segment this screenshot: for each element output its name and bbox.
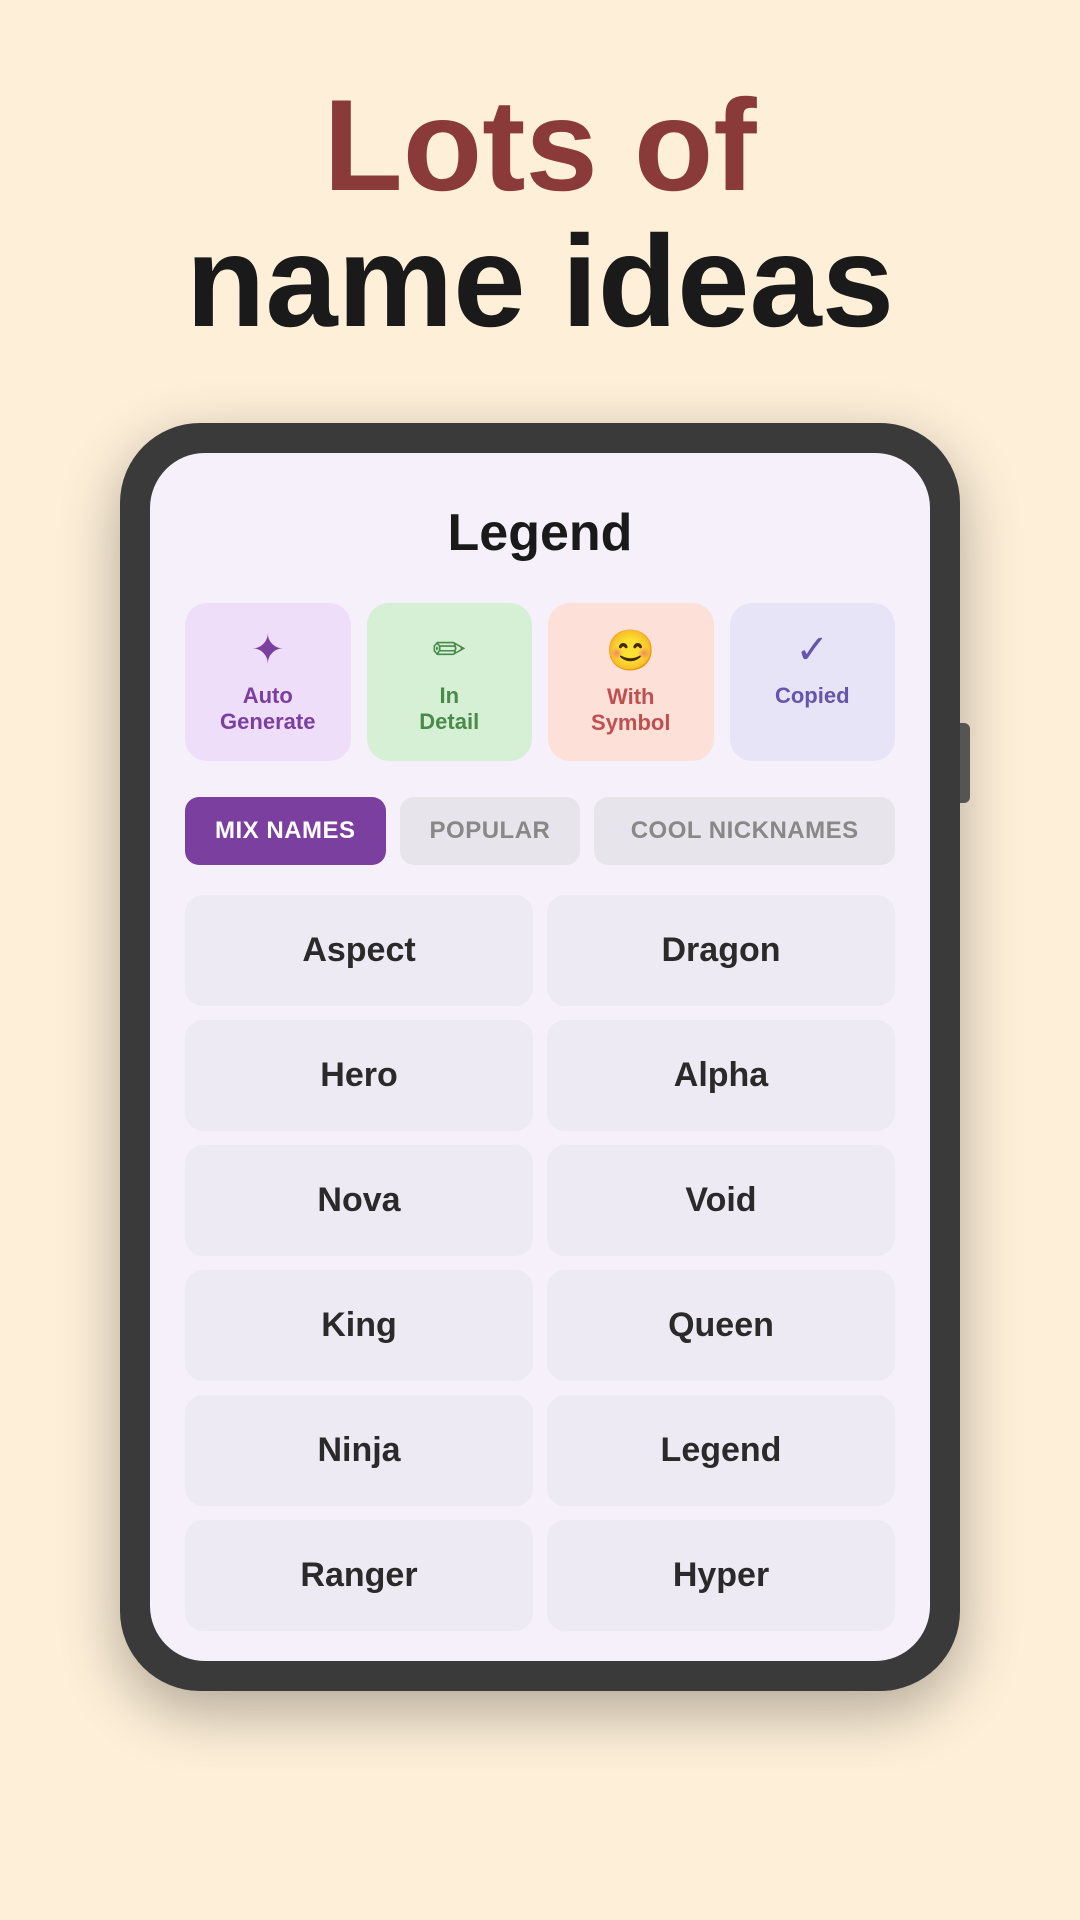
hero-title-name-ideas: name ideas	[186, 210, 894, 353]
legend-badges: ✦ AutoGenerate ✏ InDetail 😊 WithSymbol ✓…	[185, 603, 895, 761]
wand-icon: ✦	[251, 627, 285, 673]
phone-frame: Legend ✦ AutoGenerate ✏ InDetail 😊 WithS…	[120, 423, 960, 1691]
tab-cool-nicknames[interactable]: COOL NICKNAMES	[594, 797, 895, 865]
name-text: Dragon	[662, 931, 781, 970]
name-cell[interactable]: King	[185, 1270, 533, 1381]
hero-section: Lots of name ideas	[0, 0, 1080, 393]
name-cell[interactable]: Legend	[547, 1395, 895, 1506]
name-cell[interactable]: Dragon	[547, 895, 895, 1006]
screen-title: Legend	[185, 503, 895, 563]
badge-with-symbol-label: WithSymbol	[591, 684, 670, 737]
name-text: Hyper	[673, 1556, 769, 1595]
name-text: Alpha	[674, 1056, 768, 1095]
name-cell[interactable]: Ranger	[185, 1520, 533, 1631]
name-cell[interactable]: Hero	[185, 1020, 533, 1131]
badge-auto-generate[interactable]: ✦ AutoGenerate	[185, 603, 351, 761]
name-cell[interactable]: Alpha	[547, 1020, 895, 1131]
names-grid: Aspect Dragon Hero Alpha Nova Void King Queen Ni…	[185, 895, 895, 1631]
smiley-icon: 😊	[606, 627, 656, 674]
tab-mix-names[interactable]: MIX NAMES	[185, 797, 386, 865]
name-cell[interactable]: Queen	[547, 1270, 895, 1381]
phone-content: Legend ✦ AutoGenerate ✏ InDetail 😊 WithS…	[150, 453, 930, 1661]
badge-copied[interactable]: ✓ Copied	[730, 603, 896, 761]
badge-copied-label: Copied	[775, 683, 850, 709]
badge-auto-label: AutoGenerate	[220, 683, 315, 736]
name-text: Hero	[320, 1056, 397, 1095]
phone-screen: Legend ✦ AutoGenerate ✏ InDetail 😊 WithS…	[150, 453, 930, 1661]
name-text: Aspect	[302, 931, 415, 970]
name-cell[interactable]: Void	[547, 1145, 895, 1256]
tab-popular[interactable]: POPULAR	[400, 797, 581, 865]
pencil-icon: ✏	[432, 627, 466, 673]
name-cell[interactable]: Aspect	[185, 895, 533, 1006]
badge-in-detail[interactable]: ✏ InDetail	[367, 603, 533, 761]
name-cell[interactable]: Hyper	[547, 1520, 895, 1631]
name-text: Ninja	[317, 1431, 400, 1470]
badge-with-symbol[interactable]: 😊 WithSymbol	[548, 603, 714, 761]
check-icon: ✓	[795, 627, 829, 673]
hero-title-lots: Lots of	[323, 80, 756, 210]
name-cell[interactable]: Ninja	[185, 1395, 533, 1506]
name-text: Void	[685, 1181, 756, 1220]
badge-in-detail-label: InDetail	[419, 683, 479, 736]
filter-tabs: MIX NAMES POPULAR COOL NICKNAMES	[185, 797, 895, 865]
name-cell[interactable]: Nova	[185, 1145, 533, 1256]
name-text: Legend	[661, 1431, 782, 1470]
name-text: Queen	[668, 1306, 774, 1345]
name-text: King	[321, 1306, 397, 1345]
name-text: Ranger	[300, 1556, 417, 1595]
phone-side-button	[960, 723, 970, 803]
name-text: Nova	[317, 1181, 400, 1220]
